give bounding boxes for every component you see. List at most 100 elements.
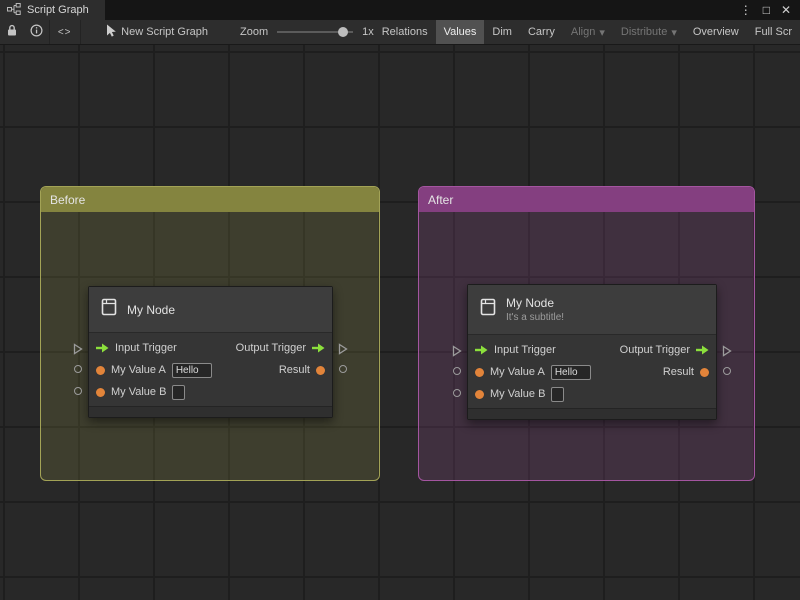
tab-bar: Script Graph ⋮ □ ✕ [0,0,800,20]
ext-port-output-trigger[interactable] [338,342,348,360]
window-controls: ⋮ □ ✕ [740,0,800,20]
flow-arrow-icon [96,343,109,353]
node-my-node-before[interactable]: My Node Input Trigger Output Trigger My … [73,286,348,418]
close-icon[interactable]: ✕ [781,4,791,16]
value-a-input[interactable] [550,364,591,380]
port-row-trigger: Input Trigger Output Trigger [89,337,332,359]
ext-port-result[interactable] [723,367,731,375]
input-trigger-port[interactable]: Input Trigger [475,344,556,356]
ext-port-result[interactable] [339,365,347,373]
chevron-down-icon: ▾ [671,26,677,39]
port-row-value-a: My Value A Result [468,361,716,383]
graph-toolbar: <> New Script Graph Zoom 1x Relations Va… [0,20,800,45]
unit-icon [99,297,119,322]
unit-icon [478,297,498,322]
node-header[interactable]: My Node It's a subtitle! [468,285,716,335]
value-b-port[interactable]: My Value B [96,384,186,400]
graph-canvas[interactable]: Before After My Node Input Trigger Outpu… [0,45,800,600]
ext-port-value-a[interactable] [74,365,82,373]
graph-breadcrumb[interactable]: New Script Graph [98,20,216,44]
node-title: My Node [127,302,176,317]
value-b-input[interactable] [551,386,565,402]
group-after-header[interactable]: After [419,187,754,212]
node-my-node-after[interactable]: My Node It's a subtitle! Input Trigger O… [452,284,732,420]
node-footer [89,406,332,417]
distribute-dropdown[interactable]: Distribute ▾ [613,20,685,44]
result-port[interactable]: Result [663,366,709,378]
port-row-value-a: My Value A Result [89,359,332,381]
unity-script-graph-window: Script Graph ⋮ □ ✕ <> New Script Graph Z… [0,0,800,600]
lock-icon [6,24,18,40]
result-port[interactable]: Result [279,364,325,376]
input-trigger-label: Input Trigger [115,342,177,354]
tab-bar-spacer [105,0,740,20]
lock-button[interactable] [0,20,24,44]
port-row-value-b: My Value B [89,381,332,403]
code-icon: <> [57,26,72,38]
node-ports: Input Trigger Output Trigger My Value A … [468,335,716,408]
edit-source-button[interactable]: <> [50,20,80,44]
port-row-value-b: My Value B [468,383,716,405]
new-script-graph-icon [106,24,117,40]
carry-button[interactable]: Carry [520,20,563,44]
output-trigger-port[interactable]: Output Trigger [236,342,325,354]
value-a-input[interactable] [171,362,212,378]
group-before-header[interactable]: Before [41,187,379,212]
kebab-menu-icon[interactable]: ⋮ [740,4,752,16]
align-dropdown[interactable]: Align ▾ [563,20,613,44]
graph-name-label: New Script Graph [121,26,208,38]
node-header[interactable]: My Node [89,287,332,333]
ext-port-value-b[interactable] [74,387,82,395]
ext-port-output-trigger[interactable] [722,344,732,362]
flow-arrow-icon [696,345,709,355]
node-footer [468,408,716,419]
value-b-label: My Value B [490,388,546,400]
value-port-icon [475,389,484,399]
value-a-label: My Value A [111,364,166,376]
fullscreen-button[interactable]: Full Scr [747,20,800,44]
dim-button[interactable]: Dim [484,20,520,44]
value-b-label: My Value B [111,386,167,398]
tab-script-graph[interactable]: Script Graph [0,0,105,20]
node-title: My Node [506,296,555,310]
value-port-icon [475,367,484,377]
relations-button[interactable]: Relations [374,20,436,44]
value-a-port[interactable]: My Value A [475,364,591,380]
script-graph-icon [7,2,21,18]
values-button[interactable]: Values [435,20,485,44]
zoom-value: 1x [362,26,374,38]
flow-arrow-icon [312,343,325,353]
maximize-icon[interactable]: □ [763,4,770,16]
value-port-icon [316,365,325,375]
inspect-button[interactable] [24,20,49,44]
value-a-port[interactable]: My Value A [96,362,212,378]
zoom-slider[interactable] [277,27,354,37]
info-icon [30,24,43,40]
zoom-control: Zoom 1x [240,26,374,38]
output-trigger-port[interactable]: Output Trigger [620,344,709,356]
result-label: Result [278,364,310,376]
toolbar-right-group: Relations Values Dim Carry Align ▾ Distr… [374,20,800,44]
result-label: Result [662,366,694,378]
group-after-title: After [428,192,454,207]
ext-port-input-trigger[interactable] [73,342,83,360]
value-b-input[interactable] [172,384,186,400]
align-label: Align [570,26,596,38]
ext-port-value-b[interactable] [453,389,461,397]
value-b-port[interactable]: My Value B [475,386,565,402]
zoom-slider-handle[interactable] [338,27,349,37]
input-trigger-port[interactable]: Input Trigger [96,342,177,354]
flow-arrow-icon [475,345,488,355]
input-trigger-label: Input Trigger [494,344,556,356]
ext-port-input-trigger[interactable] [452,344,462,362]
port-row-trigger: Input Trigger Output Trigger [468,339,716,361]
overview-button[interactable]: Overview [685,20,747,44]
tab-title: Script Graph [27,4,89,16]
value-a-label: My Value A [490,366,545,378]
output-trigger-label: Output Trigger [619,344,690,356]
value-port-icon [700,367,709,377]
node-ports: Input Trigger Output Trigger My Value A … [89,333,332,406]
output-trigger-label: Output Trigger [235,342,306,354]
toolbar-separator [79,20,81,44]
ext-port-value-a[interactable] [453,367,461,375]
